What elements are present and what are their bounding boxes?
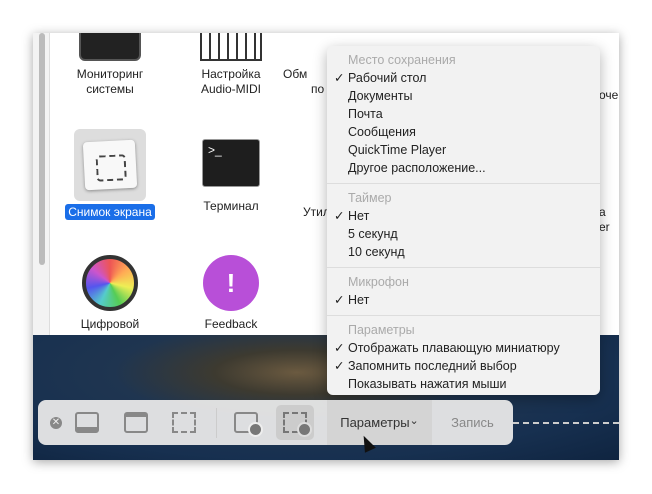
record-button[interactable]: Запись — [432, 400, 513, 445]
menu-item-label: QuickTime Player — [348, 143, 447, 157]
app-feedback[interactable]: ! Feedback — [176, 255, 286, 332]
app-partial[interactable]: оче — [599, 88, 619, 103]
menu-item[interactable]: ✓ Нет — [327, 291, 600, 309]
menu-item[interactable]: Документы — [327, 87, 600, 105]
menu-item[interactable]: 5 секунд — [327, 225, 600, 243]
options-menu: Место сохранения ✓ Рабочий стол Документы П… — [327, 46, 600, 395]
menu-item-label: 5 секунд — [348, 227, 398, 241]
app-label: Мониторинг — [76, 67, 144, 81]
options-button[interactable]: Параметры⌄ — [327, 400, 432, 445]
sidebar — [33, 33, 50, 335]
menu-item-label: 10 секунд — [348, 245, 405, 259]
app-label: системы — [86, 82, 134, 96]
app-partial[interactable]: а er — [599, 205, 619, 235]
menu-header-mic: Микрофон — [348, 275, 409, 289]
menu-item-label: Нет — [348, 209, 370, 223]
menu-header-timer: Таймер — [348, 191, 392, 205]
app-terminal[interactable]: >_ Терминал — [176, 139, 286, 214]
divider — [327, 267, 600, 268]
menu-item[interactable]: Показывать нажатия мыши — [327, 375, 600, 393]
divider — [216, 408, 217, 438]
app-label: Цифровой — [80, 317, 140, 331]
record-selection-button[interactable] — [276, 405, 314, 440]
menu-item-label: Нет — [348, 293, 370, 307]
color-meter-icon — [82, 255, 138, 311]
app-activity-monitor[interactable]: Мониторинг системы — [55, 33, 165, 97]
menu-item-label: Документы — [348, 89, 413, 103]
menu-header-options: Параметры — [348, 323, 415, 337]
app-digital-color-meter[interactable]: Цифровой — [55, 255, 165, 332]
checkmark-icon: ✓ — [334, 209, 345, 223]
divider — [327, 315, 600, 316]
checkmark-icon: ✓ — [334, 341, 345, 355]
app-label: Снимок экрана — [65, 204, 155, 220]
app-label: Настройка — [201, 67, 261, 81]
menu-item-label: Сообщения — [348, 125, 416, 139]
checkmark-icon: ✓ — [334, 293, 345, 307]
menu-item-label: Почта — [348, 107, 383, 121]
menu-item[interactable]: Почта — [327, 105, 600, 123]
app-label: Feedback — [204, 317, 258, 331]
close-icon[interactable]: ✕ — [50, 417, 62, 429]
app-label: а — [599, 205, 606, 219]
checkmark-icon: ✓ — [334, 359, 345, 373]
screenshot-toolbar: ✕ Параметры⌄ Запись — [38, 400, 513, 445]
options-label: Параметры — [340, 415, 410, 430]
menu-item[interactable]: Другое расположение... — [327, 159, 600, 177]
screenshot-camera-icon — [82, 139, 138, 191]
feedback-icon: ! — [203, 255, 259, 311]
menu-item[interactable]: ✓ Нет — [327, 207, 600, 225]
menu-item-label: Другое расположение... — [348, 161, 486, 175]
capture-window-icon[interactable] — [124, 412, 148, 433]
checkmark-icon: ✓ — [334, 71, 345, 85]
app-audio-midi[interactable]: Настройка Audio-MIDI — [176, 33, 286, 97]
menu-item-label: Показывать нажатия мыши — [348, 377, 507, 391]
chevron-down-icon: ⌄ — [409, 415, 419, 427]
menu-item-label: Рабочий стол — [348, 71, 427, 85]
menu-item-label: Запомнить последний выбор — [348, 359, 517, 373]
app-label: er — [599, 220, 610, 234]
capture-selection-icon[interactable] — [172, 412, 196, 433]
menu-item[interactable]: ✓ Запомнить последний выбор — [327, 357, 600, 375]
app-screenshot[interactable]: Снимок экрана — [55, 129, 165, 220]
piano-icon — [200, 33, 262, 61]
terminal-icon: >_ — [202, 139, 260, 187]
app-label: Audio-MIDI — [200, 82, 262, 96]
activity-monitor-icon — [79, 33, 141, 61]
menu-header-save: Место сохранения — [348, 53, 456, 67]
menu-item-label: Отображать плавающую миниатюру — [348, 341, 560, 355]
divider — [327, 183, 600, 184]
menu-item[interactable]: QuickTime Player — [327, 141, 600, 159]
menu-item[interactable]: 10 секунд — [327, 243, 600, 261]
selection-border — [513, 422, 619, 424]
menu-item[interactable]: ✓ Отображать плавающую миниатюру — [327, 339, 600, 357]
record-screen-icon[interactable] — [234, 412, 263, 437]
menu-item[interactable]: ✓ Рабочий стол — [327, 69, 600, 87]
record-selection-icon — [283, 412, 312, 437]
selection-bg — [74, 129, 146, 201]
menu-item[interactable]: Сообщения — [327, 123, 600, 141]
capture-screen-icon[interactable] — [75, 412, 99, 433]
scrollbar[interactable] — [39, 33, 45, 265]
app-label: Терминал — [203, 199, 259, 213]
